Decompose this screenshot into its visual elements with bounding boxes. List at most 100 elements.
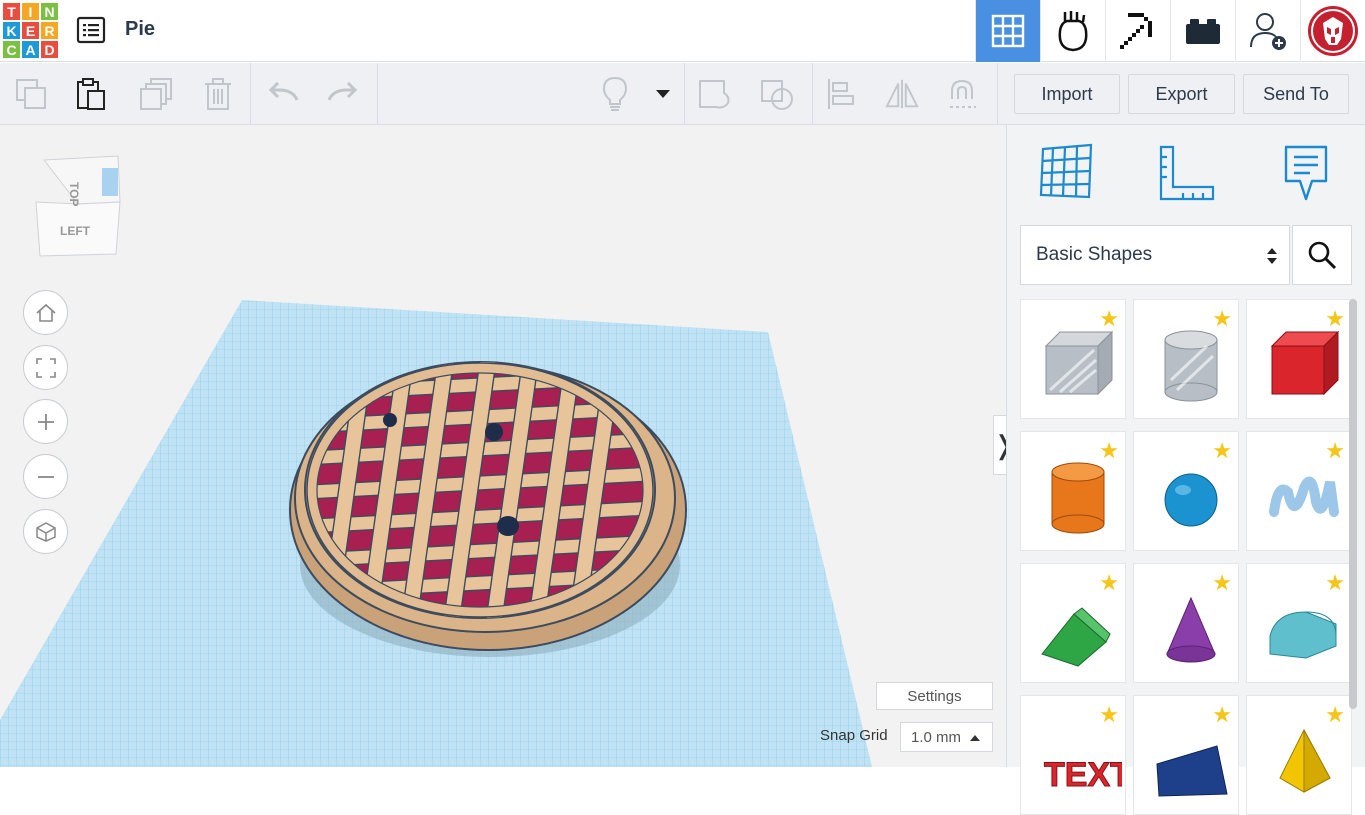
shape-tile-scribble[interactable]: ★ (1246, 431, 1352, 551)
shape-tile-sphere[interactable]: ★ (1133, 431, 1239, 551)
workplane-canvas[interactable]: TOP LEFT (0, 125, 1006, 767)
copy-button[interactable] (14, 77, 48, 111)
ungroup-button[interactable] (760, 77, 794, 111)
lego-bricks-button[interactable] (1170, 0, 1235, 62)
show-all-dropdown[interactable] (646, 77, 680, 111)
redo-button[interactable] (326, 77, 360, 111)
shapes-scrollbar[interactable] (1349, 299, 1357, 709)
align-button[interactable] (824, 77, 858, 111)
brick-icon (1186, 19, 1220, 44)
tinkercad-logo[interactable]: TINKERCAD (2, 2, 59, 59)
updown-caret-icon (1267, 248, 1277, 264)
caret-down-icon (656, 90, 670, 98)
send-to-button[interactable]: Send To (1243, 74, 1349, 114)
duplicate-icon (140, 78, 172, 110)
box-hole-icon (1044, 330, 1114, 396)
box-icon (1270, 330, 1340, 396)
shape-search-button[interactable] (1292, 225, 1352, 285)
pickaxe-icon (1120, 13, 1152, 49)
top-bar: TINKERCAD Pie (0, 0, 1365, 62)
add-user-icon (1250, 13, 1286, 50)
settings-button[interactable]: Settings (876, 682, 993, 710)
add-user-button[interactable] (1235, 0, 1300, 62)
home-icon (35, 303, 56, 322)
shape-tile-text[interactable]: ★ TEXT (1020, 695, 1126, 815)
design-list-icon[interactable] (76, 15, 106, 45)
pyramid-icon (1279, 728, 1331, 793)
notes-tool-button[interactable] (1282, 143, 1330, 208)
grid-icon (991, 14, 1025, 48)
ruler-tool-button[interactable] (1157, 145, 1217, 208)
shape-category-select[interactable]: Basic Shapes (1020, 225, 1290, 285)
perspective-button[interactable] (23, 509, 68, 554)
shape-tile-box-hole[interactable]: ★ (1020, 299, 1126, 419)
note-icon (1284, 145, 1328, 201)
delete-button[interactable] (201, 77, 235, 111)
view-cube-left-label: LEFT (60, 224, 91, 238)
cruise-button[interactable] (946, 77, 980, 111)
zoom-in-button[interactable] (23, 399, 68, 444)
logo-letter: K (2, 21, 21, 40)
shape-tile-wedge[interactable]: ★ (1133, 695, 1239, 815)
svg-text:TEXT: TEXT (1044, 756, 1122, 794)
plus-icon (37, 413, 54, 430)
caret-up-icon (970, 735, 980, 741)
ungroup-icon (761, 80, 793, 110)
duplicate-button[interactable] (139, 77, 173, 111)
paste-icon (77, 78, 105, 110)
cylinder-icon (1051, 462, 1105, 534)
home-view-button[interactable] (23, 290, 68, 335)
logo-letter: I (21, 2, 40, 21)
sphere-icon (1164, 473, 1218, 527)
codeblocks-button[interactable] (1040, 0, 1105, 62)
redo-icon (327, 82, 358, 101)
workplane-tool-button[interactable] (1039, 143, 1095, 206)
scribble-icon (1269, 476, 1339, 517)
snap-grid-value: 1.0 mm (911, 728, 962, 746)
zoom-out-button[interactable] (23, 454, 68, 499)
logo-letter: A (21, 40, 40, 59)
3d-design-view-button[interactable] (975, 0, 1040, 62)
trash-icon (205, 78, 231, 110)
mirror-icon (885, 79, 919, 109)
shape-tile-pyramid[interactable]: ★ (1246, 695, 1352, 815)
magnet-icon (950, 79, 976, 108)
ruler-icon (1159, 145, 1215, 201)
shape-tile-cylinder[interactable]: ★ (1020, 431, 1126, 551)
show-all-button[interactable] (598, 76, 632, 111)
group-button[interactable] (698, 77, 732, 111)
minecraft-button[interactable] (1105, 0, 1170, 62)
paste-button[interactable] (74, 77, 108, 111)
minus-icon (37, 475, 54, 478)
workplane-icon (1039, 143, 1093, 199)
fit-view-button[interactable] (23, 345, 68, 390)
mirror-button[interactable] (885, 77, 919, 111)
view-cube-top-label: TOP (67, 182, 81, 206)
lightbulb-icon (602, 76, 628, 111)
shape-tile-cylinder-hole[interactable]: ★ (1133, 299, 1239, 419)
cylinder-hole-icon (1164, 330, 1218, 402)
undo-icon (268, 82, 299, 101)
shape-tile-cone[interactable]: ★ (1133, 563, 1239, 683)
view-cube[interactable]: TOP LEFT (32, 150, 127, 260)
import-button[interactable]: Import (1014, 74, 1120, 114)
fit-view-icon (35, 357, 56, 378)
user-avatar-button[interactable] (1300, 0, 1365, 62)
logo-letter: D (40, 40, 59, 59)
wedge-icon (1156, 745, 1228, 797)
text-icon: TEXT (1044, 756, 1123, 795)
document-title[interactable]: Pie (125, 18, 155, 41)
round-roof-icon (1269, 611, 1337, 659)
pie-model[interactable] (280, 340, 700, 660)
undo-button[interactable] (266, 77, 300, 111)
export-button[interactable]: Export (1128, 74, 1235, 114)
shape-tile-box[interactable]: ★ (1246, 299, 1352, 419)
snap-grid-label: Snap Grid (820, 727, 888, 744)
logo-letter: R (40, 21, 59, 40)
snap-grid-select[interactable]: 1.0 mm (900, 722, 993, 752)
shape-category-value: Basic Shapes (1036, 244, 1153, 265)
edit-toolbar: Import Export Send To (0, 63, 1365, 125)
shape-tile-roof[interactable]: ★ (1020, 563, 1126, 683)
user-avatar-icon (1308, 6, 1358, 56)
shape-tile-round-roof[interactable]: ★ (1246, 563, 1352, 683)
